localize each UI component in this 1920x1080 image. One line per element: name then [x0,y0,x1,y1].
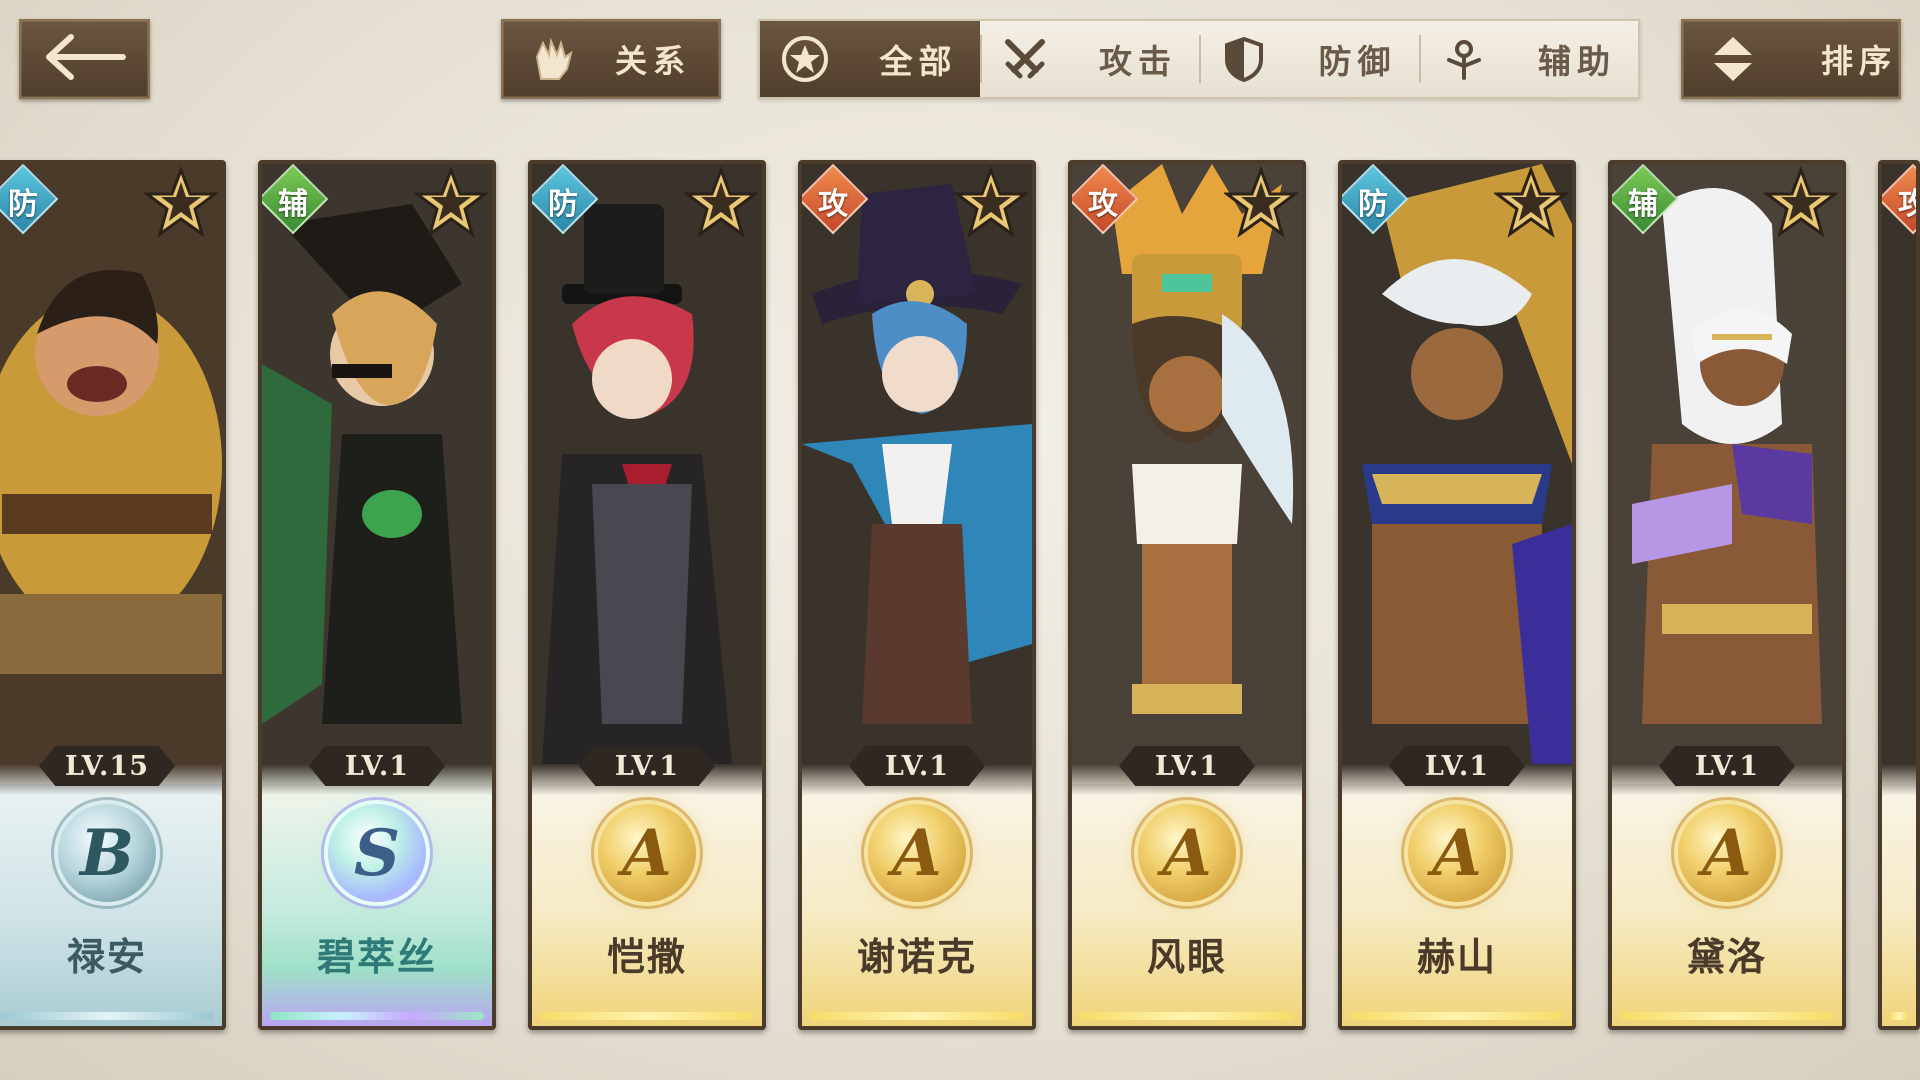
character-name: 黛洛 [1686,934,1767,979]
character-card[interactable]: 防 LV.15 B 禄安 [0,160,226,1030]
character-card[interactable]: 辅 LV.1 S 碧萃丝 [258,160,496,1030]
rank-medal: A [1138,804,1236,902]
character-portrait [1882,164,1916,784]
role-badge: 辅 [1628,187,1658,222]
tab-all[interactable]: 全部 [760,21,980,97]
level-label: LV.1 [579,746,715,786]
star-icon [144,166,218,238]
card-bottom-bar [540,1012,754,1020]
character-portrait [532,164,762,784]
rank-medal: B [58,804,156,902]
back-button[interactable] [19,19,150,99]
character-name: 赫山 [1416,934,1497,979]
rank-medal: A [598,804,696,902]
arrow-left-icon [43,33,127,85]
star-icon [684,166,758,238]
level-label: LV.1 [1389,746,1525,786]
tab-attack[interactable]: 攻击 [979,21,1200,97]
character-portrait [262,164,492,784]
tab-attack-label: 攻击 [1099,42,1177,81]
character-name: 风眼 [1146,934,1227,979]
card-bottom-bar [1620,1012,1834,1020]
level-label: LV.1 [309,746,445,786]
character-card[interactable]: 攻 LV.1 A 谢诺克 [798,160,1036,1030]
card-bottom-bar [1080,1012,1294,1020]
tab-defense-label: 防御 [1318,42,1397,81]
tab-all-label: 全部 [879,42,958,81]
star-icon [954,166,1028,238]
card-bottom-bar [270,1012,484,1020]
character-card[interactable]: 攻 [1878,160,1920,1030]
star-icon [1224,166,1298,238]
level-label: LV.1 [1119,746,1255,786]
role-badge: 攻 [1088,187,1118,222]
tab-support-label: 辅助 [1538,42,1616,81]
character-name: 恺撒 [606,934,687,979]
star-icon [1764,166,1838,238]
rank-medal: S [328,804,426,902]
star-icon [414,166,488,238]
character-name: 碧萃丝 [316,934,437,979]
character-card[interactable]: 辅 LV.1 A 黛洛 [1608,160,1846,1030]
shield-icon [1217,32,1271,86]
role-badge: 防 [1358,187,1388,222]
role-filter-tabs: 全部 攻击 防御 辅助 [758,19,1640,99]
card-info-panel [1882,764,1916,1026]
card-bottom-bar [1350,1012,1564,1020]
star-circle-icon [778,32,832,86]
card-bottom-bar [0,1012,214,1020]
role-badge: 防 [548,187,578,222]
character-portrait [1612,164,1842,784]
rank-medal: A [1408,804,1506,902]
level-label: LV.1 [849,746,985,786]
level-label: LV.1 [1659,746,1795,786]
character-card[interactable]: 防 LV.1 A 赫山 [1338,160,1576,1030]
card-bottom-bar [810,1012,1024,1020]
character-portrait [1342,164,1572,784]
relation-label: 关系 [615,42,692,80]
character-portrait [1072,164,1302,784]
star-icon [1494,166,1568,238]
gauntlet-icon [525,31,581,87]
character-card-list: 防 LV.15 B 禄安 辅 LV.1 S 碧萃丝 防 LV.1 A 恺撒 攻 … [0,160,1920,1040]
rank-medal: A [1678,804,1776,902]
role-badge: 攻 [1888,176,1916,226]
relation-button[interactable]: 关系 [501,19,721,99]
sort-label: 排序 [1821,42,1898,80]
character-name: 谢诺克 [856,934,977,979]
card-bottom-bar [1890,1012,1908,1020]
character-name: 禄安 [66,934,147,979]
level-label: LV.15 [39,746,175,786]
role-badge: 辅 [278,187,308,222]
sort-button[interactable]: 排序 [1681,19,1901,99]
character-portrait [802,164,1032,784]
role-badge: 防 [8,187,38,222]
character-portrait [0,164,222,784]
rank-medal: A [868,804,966,902]
sort-arrows-icon [1705,31,1761,87]
tab-support[interactable]: 辅助 [1418,21,1639,97]
character-card[interactable]: 防 LV.1 A 恺撒 [528,160,766,1030]
character-card[interactable]: 攻 LV.1 A 风眼 [1068,160,1306,1030]
crossed-swords-icon [998,32,1052,86]
support-figure-icon [1437,32,1491,86]
tab-defense[interactable]: 防御 [1199,21,1419,97]
role-badge: 攻 [818,187,848,222]
